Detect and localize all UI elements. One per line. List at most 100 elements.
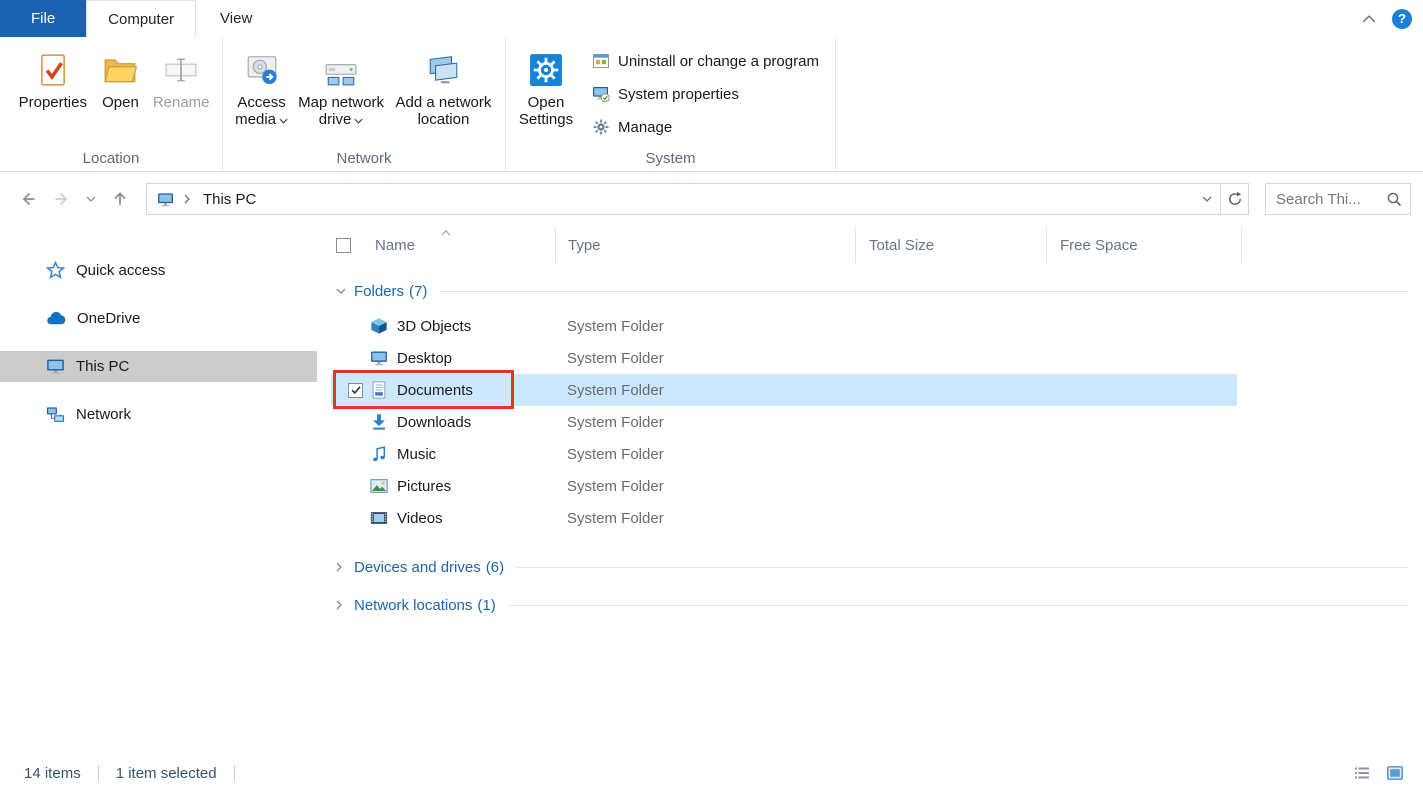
system-properties-button[interactable]: System properties bbox=[592, 82, 819, 106]
this-pc-icon bbox=[46, 357, 65, 376]
group-caption-system: System bbox=[506, 150, 835, 167]
system-properties-icon bbox=[592, 85, 610, 103]
map-network-drive-button[interactable]: Map network drive bbox=[294, 47, 388, 128]
file-row-desktop[interactable]: Desktop System Folder bbox=[317, 342, 1423, 374]
open-folder-icon bbox=[103, 53, 137, 87]
column-header-total-size[interactable]: Total Size bbox=[856, 218, 1047, 272]
address-bar: This PC bbox=[0, 172, 1423, 218]
manage-label: Manage bbox=[618, 119, 672, 136]
ribbon-group-location: Properties Open Rename Location bbox=[0, 37, 222, 171]
dropdown-chevron-icon bbox=[354, 111, 363, 128]
group-label: Folders bbox=[354, 283, 404, 300]
file-name: Music bbox=[397, 446, 567, 463]
up-button[interactable] bbox=[106, 185, 134, 213]
manage-button[interactable]: Manage bbox=[592, 115, 819, 139]
details-view-button[interactable] bbox=[1346, 760, 1377, 786]
properties-icon bbox=[36, 53, 70, 87]
group-header-network-locations[interactable]: Network locations (1) bbox=[317, 586, 1423, 624]
recent-locations-dropdown[interactable] bbox=[82, 185, 100, 213]
pictures-image-icon bbox=[370, 477, 388, 495]
file-row-downloads[interactable]: Downloads System Folder bbox=[317, 406, 1423, 438]
sidebar-item-label: This PC bbox=[76, 358, 129, 375]
tabbar-right-controls: ? bbox=[1362, 0, 1423, 37]
open-button[interactable]: Open bbox=[95, 47, 147, 111]
help-icon[interactable]: ? bbox=[1392, 9, 1412, 29]
collapse-chevron-icon[interactable] bbox=[336, 288, 350, 294]
selection-count: 1 item selected bbox=[116, 765, 217, 782]
access-media-button[interactable]: Access media bbox=[231, 47, 292, 128]
add-network-location-label: Add a network location bbox=[390, 94, 497, 128]
select-all-checkbox[interactable] bbox=[336, 238, 351, 253]
file-name: 3D Objects bbox=[397, 318, 567, 335]
minimize-ribbon-icon[interactable] bbox=[1362, 15, 1376, 23]
file-type: System Folder bbox=[567, 446, 664, 463]
column-header-type[interactable]: Type bbox=[556, 218, 856, 272]
sidebar-item-quick-access[interactable]: Quick access bbox=[0, 255, 317, 286]
group-header-folders[interactable]: Folders (7) bbox=[317, 272, 1423, 310]
file-row-videos[interactable]: Videos System Folder bbox=[317, 502, 1423, 534]
group-caption-network: Network bbox=[223, 150, 505, 167]
tab-file[interactable]: File bbox=[0, 0, 86, 37]
column-header-name[interactable]: Name bbox=[317, 218, 556, 272]
expand-chevron-icon[interactable] bbox=[336, 562, 350, 572]
documents-icon bbox=[370, 381, 388, 399]
expand-chevron-icon[interactable] bbox=[336, 600, 350, 610]
properties-label: Properties bbox=[19, 94, 87, 111]
tab-view[interactable]: View bbox=[196, 0, 276, 37]
file-row-3d-objects[interactable]: 3D Objects System Folder bbox=[317, 310, 1423, 342]
map-network-drive-icon bbox=[324, 53, 358, 87]
uninstall-program-button[interactable]: Uninstall or change a program bbox=[592, 49, 819, 73]
forward-button[interactable] bbox=[48, 185, 76, 213]
dropdown-chevron-icon bbox=[279, 111, 288, 128]
file-name: Documents bbox=[397, 382, 567, 399]
file-row-pictures[interactable]: Pictures System Folder bbox=[317, 470, 1423, 502]
thumbnails-view-button[interactable] bbox=[1379, 760, 1410, 786]
uninstall-icon bbox=[592, 52, 610, 70]
file-type: System Folder bbox=[567, 478, 664, 495]
file-name: Desktop bbox=[397, 350, 567, 367]
items-count: 14 items bbox=[24, 765, 81, 782]
file-name: Downloads bbox=[397, 414, 567, 431]
sidebar-item-onedrive[interactable]: OneDrive bbox=[0, 303, 317, 334]
group-divider-line bbox=[516, 567, 1409, 568]
properties-button[interactable]: Properties bbox=[13, 47, 93, 111]
address-dropdown-icon[interactable] bbox=[1194, 184, 1220, 214]
breadcrumb-chevron-icon[interactable] bbox=[184, 194, 190, 204]
rename-button[interactable]: Rename bbox=[148, 47, 214, 111]
ribbon-group-network: Access media Map network drive Add a net… bbox=[222, 37, 505, 171]
map-network-drive-label: Map network drive bbox=[298, 94, 384, 128]
file-type: System Folder bbox=[567, 382, 664, 399]
search-icon[interactable] bbox=[1386, 191, 1402, 207]
column-label: Free Space bbox=[1060, 237, 1138, 254]
group-header-devices-and-drives[interactable]: Devices and drives (6) bbox=[317, 548, 1423, 586]
documents-checkbox[interactable] bbox=[348, 383, 363, 398]
status-bar: 14 items 1 item selected bbox=[0, 755, 1423, 792]
sidebar-item-network[interactable]: Network bbox=[0, 399, 317, 430]
file-row-music[interactable]: Music System Folder bbox=[317, 438, 1423, 470]
back-button[interactable] bbox=[14, 185, 42, 213]
ribbon-group-system: Open Settings Uninstall or change a prog… bbox=[505, 37, 835, 171]
add-network-location-button[interactable]: Add a network location bbox=[390, 47, 497, 128]
videos-film-icon bbox=[370, 509, 388, 527]
column-label: Total Size bbox=[869, 237, 934, 254]
search-input[interactable] bbox=[1276, 191, 1386, 208]
refresh-button[interactable] bbox=[1221, 183, 1249, 215]
breadcrumb-this-pc[interactable]: This PC bbox=[199, 191, 260, 208]
column-header-free-space[interactable]: Free Space bbox=[1047, 218, 1242, 272]
open-settings-button[interactable]: Open Settings bbox=[516, 47, 576, 128]
tab-computer[interactable]: Computer bbox=[86, 0, 196, 37]
column-label: Type bbox=[568, 237, 601, 254]
main-area: Quick access OneDrive This PC Network Na… bbox=[0, 218, 1423, 755]
column-headers: Name Type Total Size Free Space bbox=[317, 218, 1423, 272]
status-divider bbox=[234, 765, 235, 782]
sort-ascending-icon[interactable] bbox=[441, 223, 451, 240]
group-divider-line bbox=[508, 605, 1409, 606]
sidebar-item-this-pc[interactable]: This PC bbox=[0, 351, 317, 382]
uninstall-label: Uninstall or change a program bbox=[618, 53, 819, 70]
column-label: Name bbox=[375, 237, 415, 254]
manage-gear-icon bbox=[592, 118, 610, 136]
file-row-documents[interactable]: Documents System Folder bbox=[317, 374, 1423, 406]
music-note-icon bbox=[370, 445, 388, 463]
address-box[interactable]: This PC bbox=[146, 183, 1221, 215]
file-explorer-window: File Computer View ? Properties Open Ren… bbox=[0, 0, 1423, 792]
